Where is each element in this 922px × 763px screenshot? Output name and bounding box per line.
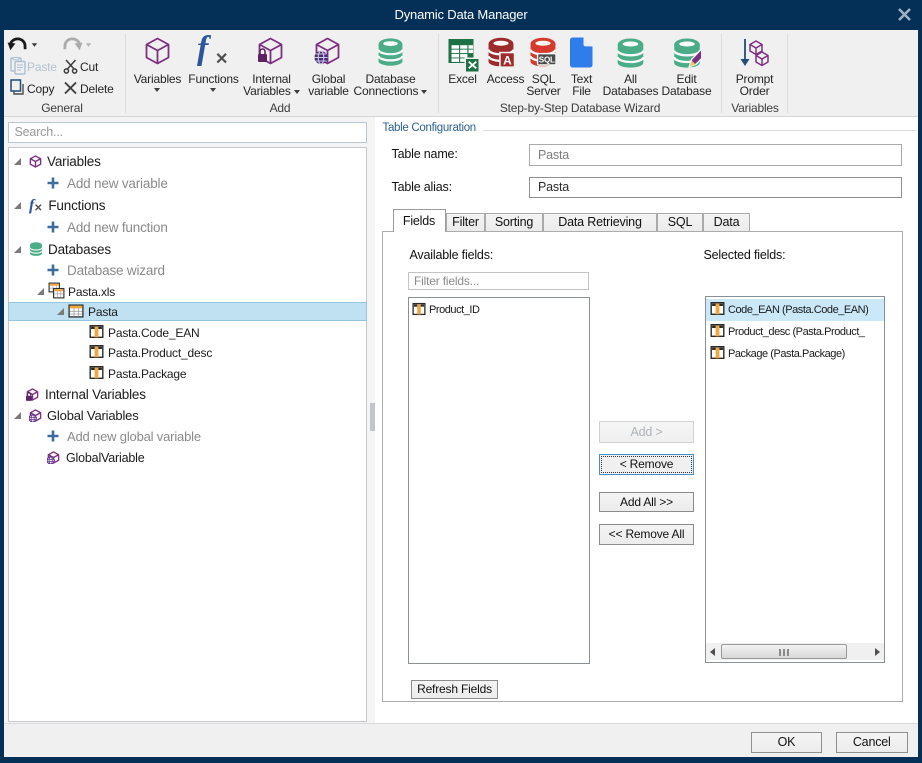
svg-text:A: A [503, 53, 512, 67]
svg-text:SQL: SQL [539, 56, 555, 65]
